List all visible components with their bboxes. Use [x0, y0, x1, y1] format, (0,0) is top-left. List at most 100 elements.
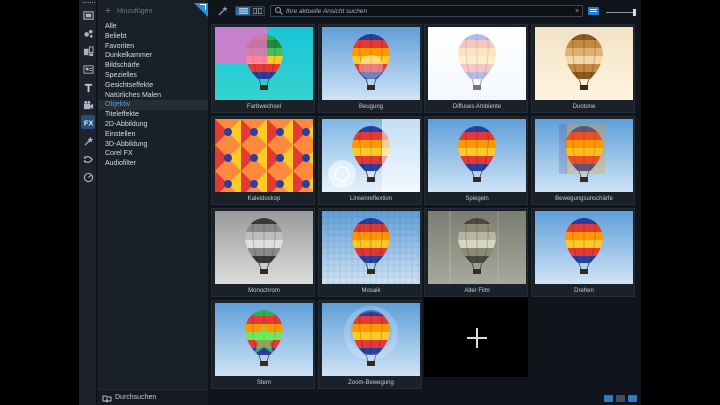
category-item-bildschaerfe[interactable]: Bildschärfe: [98, 61, 208, 71]
effect-tile[interactable]: Kaleidoskop: [211, 116, 315, 205]
category-panel: + Hinzufügen Alle Beliebt Favoriten Dunk…: [98, 0, 208, 405]
text-icon[interactable]: [81, 80, 95, 94]
effect-tile[interactable]: Duotone: [531, 24, 635, 113]
grid-size-icon[interactable]: [628, 395, 637, 402]
motion-path-icon[interactable]: [81, 134, 95, 148]
add-icon[interactable]: +: [101, 4, 115, 18]
category-item-objektiv[interactable]: Objektiv: [98, 100, 208, 111]
instant-project-icon[interactable]: [81, 26, 95, 40]
speed-icon[interactable]: [81, 170, 95, 184]
effect-tile[interactable]: Linsenreflextion: [318, 116, 422, 205]
effect-thumbnail: [215, 211, 313, 284]
effect-thumbnail: [428, 27, 526, 100]
svg-text:FX: FX: [83, 118, 92, 127]
effect-thumbnail: [215, 27, 313, 100]
list-view-icon: [238, 8, 248, 14]
expand-arrow-icon[interactable]: [200, 4, 206, 10]
effect-tile[interactable]: Mosaik: [318, 208, 422, 297]
effect-thumbnail: [322, 119, 420, 192]
add-category-bar: + Hinzufügen: [98, 3, 208, 19]
plus-icon-vertical: [476, 328, 478, 348]
effect-name: Farbwechsel: [246, 104, 281, 110]
library-options-button[interactable]: [588, 7, 599, 15]
effect-thumbnail: [215, 303, 313, 376]
effect-tile[interactable]: Farbwechsel: [211, 24, 315, 113]
category-item-corel-fx[interactable]: Corel FX: [98, 149, 208, 159]
add-category-button[interactable]: Hinzufügen: [117, 8, 152, 15]
browse-button[interactable]: Durchsuchen: [98, 389, 208, 405]
toolbar-grip[interactable]: [83, 2, 95, 4]
audio-path-icon[interactable]: [81, 152, 95, 166]
effect-name: Alter Film: [464, 288, 490, 294]
effect-name: Spiegeln: [465, 196, 489, 202]
category-item-titeleffekte[interactable]: Titeleffekte: [98, 110, 208, 120]
category-item-3d-abbildung[interactable]: 3D-Abbildung: [98, 140, 208, 150]
category-item-gesichtseffekte[interactable]: Gesichtseffekte: [98, 81, 208, 91]
category-item-einstellen[interactable]: Einstellen: [98, 130, 208, 140]
fx-icon[interactable]: FX: [81, 115, 95, 129]
effect-thumbnail: [428, 211, 526, 284]
effect-thumbnail: [535, 119, 633, 192]
thumbnail-view-icon: [252, 8, 262, 14]
effect-thumbnail: [428, 119, 526, 192]
media-icon[interactable]: [81, 8, 95, 22]
category-item-2d-abbildung[interactable]: 2D-Abbildung: [98, 120, 208, 130]
effect-name: Mosaik: [361, 288, 381, 294]
list-view-button[interactable]: [236, 7, 250, 15]
transitions-icon[interactable]: [81, 44, 95, 58]
effect-name: Drehen: [574, 288, 594, 294]
add-effect-tile[interactable]: [424, 297, 528, 377]
effect-tile[interactable]: Stern: [211, 300, 315, 389]
category-item-audiofilter[interactable]: Audiofilter: [98, 159, 208, 169]
effect-tile[interactable]: Zoom-Bewegung: [318, 300, 422, 389]
search-input[interactable]: [286, 6, 572, 16]
effect-tile[interactable]: Bewegungsunschärfe: [531, 116, 635, 205]
effect-tile[interactable]: Drehen: [531, 208, 635, 297]
search-icon: [275, 7, 283, 15]
application-window: FX + Hinzufügen Alle Beliebt Favoriten D…: [79, 0, 641, 405]
thumbnail-size-slider[interactable]: [606, 9, 636, 16]
effect-name: Stern: [256, 380, 272, 386]
view-mode-toggle[interactable]: [235, 6, 265, 16]
details-icon[interactable]: [616, 395, 625, 402]
effects-library: × Farbwechsel Beugung Diffuses Ambiente Duo…: [208, 0, 641, 405]
browse-folder-icon: [102, 395, 112, 403]
effect-name: Bewegungsunschärfe: [555, 196, 613, 202]
effect-tile[interactable]: Diffuses Ambiente: [424, 24, 528, 113]
effect-name: Kaleidoskop: [247, 196, 281, 202]
effect-thumbnail: [535, 27, 633, 100]
effect-tile[interactable]: Monochrom: [211, 208, 315, 297]
category-list: Alle Beliebt Favoriten Dunkelkammer Bild…: [98, 22, 208, 169]
library-toolbar: FX: [79, 0, 97, 405]
effect-name: Linsenreflextion: [349, 196, 393, 202]
effect-name: Beugung: [358, 104, 384, 110]
effect-tile[interactable]: Alter Film: [424, 208, 528, 297]
effect-tile[interactable]: Spiegeln: [424, 116, 528, 205]
library-topbar: ×: [208, 3, 641, 19]
category-item-alle[interactable]: Alle: [98, 22, 208, 32]
info-icon[interactable]: [604, 395, 613, 402]
category-item-dunkelkammer[interactable]: Dunkelkammer: [98, 51, 208, 61]
thumbnail-view-button[interactable]: [250, 7, 264, 15]
browse-label: Durchsuchen: [115, 394, 157, 401]
effect-thumbnail: [322, 211, 420, 284]
effect-thumbnail: [322, 303, 420, 376]
library-status-icons: [604, 395, 637, 402]
slider-thumb[interactable]: [633, 9, 636, 16]
category-item-spezielles[interactable]: Spezielles: [98, 71, 208, 81]
apply-effect-icon[interactable]: [217, 5, 229, 17]
effect-name: Duotone: [572, 104, 596, 110]
title-templates-icon[interactable]: [81, 62, 95, 76]
search-field[interactable]: ×: [270, 5, 583, 17]
category-item-natuerliches-malen[interactable]: Natürliches Malen: [98, 91, 208, 101]
effect-name: Zoom-Bewegung: [348, 380, 394, 386]
effect-name: Monochrom: [248, 288, 280, 294]
video-effects-icon[interactable]: [81, 98, 95, 112]
clear-search-button[interactable]: ×: [572, 8, 582, 15]
category-item-beliebt[interactable]: Beliebt: [98, 32, 208, 42]
effect-thumbnail: [215, 119, 313, 192]
effect-thumbnail: [535, 211, 633, 284]
effect-tile[interactable]: Beugung: [318, 24, 422, 113]
category-item-favoriten[interactable]: Favoriten: [98, 42, 208, 52]
effect-thumbnail: [322, 27, 420, 100]
